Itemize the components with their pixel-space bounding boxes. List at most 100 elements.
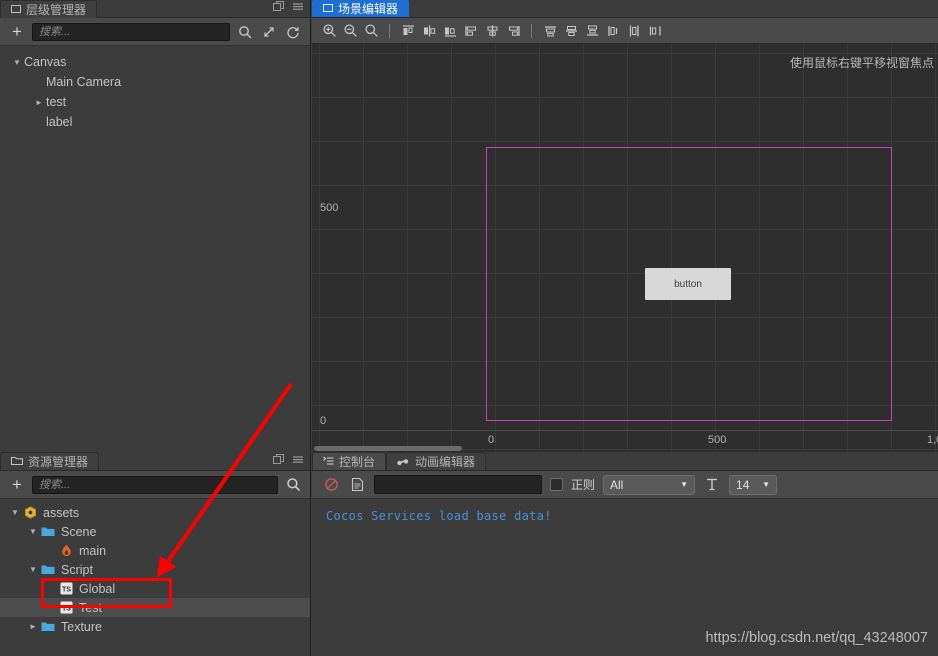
- hierarchy-node[interactable]: ► test: [0, 92, 310, 112]
- asset-node[interactable]: ▼ assets: [0, 503, 310, 522]
- asset-node[interactable]: ▼ Script: [0, 560, 310, 579]
- tab-assets[interactable]: 资源管理器: [0, 452, 100, 470]
- expand-icon[interactable]: [260, 23, 278, 41]
- add-node-button[interactable]: +: [8, 23, 26, 41]
- scene-node-button[interactable]: button: [645, 268, 731, 300]
- hierarchy-node[interactable]: label: [0, 112, 310, 132]
- search-icon[interactable]: [236, 23, 254, 41]
- hierarchy-tree[interactable]: ▼ Canvas Main Camera ► test label: [0, 46, 310, 452]
- assets-panel: 资源管理器 + ▼assets▼Scenemain▼ScriptTSGlobal…: [0, 452, 311, 656]
- tab-hierarchy[interactable]: 层级管理器: [0, 0, 98, 18]
- distribute-right-icon[interactable]: [504, 22, 522, 40]
- asset-node[interactable]: ► Texture: [0, 617, 310, 636]
- asset-node-label: Texture: [61, 619, 102, 634]
- assets-tab-label: 资源管理器: [28, 455, 89, 469]
- panel-detach-icon[interactable]: [273, 0, 284, 17]
- hierarchy-node-label: test: [46, 95, 67, 109]
- asset-node[interactable]: ▼ Scene: [0, 522, 310, 541]
- distribute-left-icon[interactable]: [462, 22, 480, 40]
- hierarchy-node[interactable]: ▼ Canvas: [0, 52, 310, 72]
- console-tab-label: 控制台: [339, 455, 376, 469]
- hierarchy-node-label: Canvas: [24, 55, 67, 69]
- text-size-icon: [703, 476, 721, 494]
- editor-window: 层级管理器 + ▼CanvasMai: [0, 0, 938, 656]
- scene-hint-text: 使用鼠标右键平移视窗焦点: [789, 56, 934, 70]
- scene-editor-panel: 场景编辑器 使用鼠标右键平移视窗焦点 button 500 0 0 500 1,: [312, 0, 938, 452]
- console-tabstrip: 控制台 动画编辑器: [312, 452, 938, 471]
- folder-icon: [40, 621, 56, 632]
- animation-icon: [397, 455, 410, 469]
- hierarchy-tab-icon: [11, 3, 21, 17]
- panel-menu-icon[interactable]: [292, 452, 304, 470]
- asset-node-label: assets: [43, 505, 80, 520]
- zoom-out-icon[interactable]: [341, 22, 359, 40]
- assets-toolbar: +: [0, 471, 310, 499]
- log-level-dropdown[interactable]: All ▼: [603, 474, 696, 495]
- align-top-icon[interactable]: [541, 22, 559, 40]
- assets-window-controls: [273, 452, 310, 470]
- chevron-right-icon[interactable]: ►: [26, 622, 40, 631]
- scene-tabstrip: 场景编辑器: [312, 0, 938, 18]
- distribute-horizontal-icon[interactable]: [604, 22, 622, 40]
- hierarchy-panel: 层级管理器 + ▼CanvasMai: [0, 0, 311, 452]
- hierarchy-toolbar: +: [0, 18, 310, 46]
- refresh-icon[interactable]: [284, 23, 302, 41]
- hierarchy-search-input[interactable]: [32, 22, 230, 41]
- align-right-icon[interactable]: [441, 22, 459, 40]
- distribute-center-icon[interactable]: [483, 22, 501, 40]
- align-center-horizontal-icon[interactable]: [420, 22, 438, 40]
- hierarchy-node[interactable]: Main Camera: [0, 72, 310, 92]
- align-left-icon[interactable]: [399, 22, 417, 40]
- assets-box-icon: [22, 506, 38, 519]
- console-tab-label: 动画编辑器: [415, 455, 476, 469]
- console-tab-0[interactable]: 控制台: [312, 452, 387, 470]
- chevron-down-icon[interactable]: ▼: [26, 527, 40, 536]
- scene-flame-icon: [58, 544, 74, 557]
- zoom-in-icon[interactable]: [320, 22, 338, 40]
- assets-tab-icon: [11, 455, 23, 469]
- asset-node[interactable]: main: [0, 541, 310, 560]
- ruler-x: 0 500 1,00: [312, 430, 938, 452]
- chevron-down-icon[interactable]: ▼: [10, 58, 24, 67]
- regex-label: 正则: [571, 478, 596, 492]
- regex-checkbox[interactable]: [550, 478, 563, 491]
- ruler-x-tick: 1,00: [927, 434, 938, 446]
- distribute-edges-icon[interactable]: [646, 22, 664, 40]
- zoom-reset-icon[interactable]: [362, 22, 380, 40]
- watermark-text: https://blog.csdn.net/qq_43248007: [705, 630, 928, 646]
- font-size-value: 14: [736, 477, 750, 492]
- font-size-dropdown[interactable]: 14 ▼: [729, 474, 778, 495]
- panel-menu-icon[interactable]: [292, 0, 304, 17]
- console-filter-input[interactable]: [374, 475, 542, 494]
- scene-tab-icon: [323, 2, 333, 16]
- chevron-right-icon[interactable]: ►: [32, 98, 46, 107]
- scene-toolbar: [312, 18, 938, 44]
- toolbar-divider-1: [389, 23, 390, 38]
- asset-node-label: Script: [61, 562, 93, 577]
- scene-viewport[interactable]: 使用鼠标右键平移视窗焦点 button 500 0 0 500 1,00: [312, 44, 938, 452]
- clear-blocked-icon[interactable]: [322, 476, 340, 494]
- assets-search-input[interactable]: [32, 475, 278, 494]
- annotation-highlight-box: [41, 578, 172, 608]
- ruler-y-tick: 500: [320, 202, 339, 214]
- console-list-icon: [323, 455, 334, 469]
- align-bottom-icon[interactable]: [583, 22, 601, 40]
- console-tab-1[interactable]: 动画编辑器: [386, 452, 487, 470]
- hierarchy-node-label: label: [46, 115, 73, 129]
- distribute-vertical-icon[interactable]: [625, 22, 643, 40]
- add-asset-button[interactable]: +: [8, 476, 26, 494]
- tab-scene-editor[interactable]: 场景编辑器: [312, 0, 410, 17]
- folder-icon: [40, 526, 56, 537]
- asset-node-label: main: [79, 543, 107, 558]
- panel-detach-icon[interactable]: [273, 452, 284, 470]
- chevron-down-icon: ▼: [762, 480, 771, 489]
- horizontal-scrollbar[interactable]: [314, 446, 462, 451]
- hierarchy-tabstrip: 层级管理器: [0, 0, 310, 18]
- file-icon[interactable]: [348, 476, 366, 494]
- ruler-x-tick: 0: [488, 434, 495, 446]
- console-toolbar: 正则 All ▼ 14 ▼: [312, 471, 938, 499]
- align-middle-icon[interactable]: [562, 22, 580, 40]
- search-icon[interactable]: [284, 476, 302, 494]
- chevron-down-icon[interactable]: ▼: [8, 508, 22, 517]
- chevron-down-icon[interactable]: ▼: [26, 565, 40, 574]
